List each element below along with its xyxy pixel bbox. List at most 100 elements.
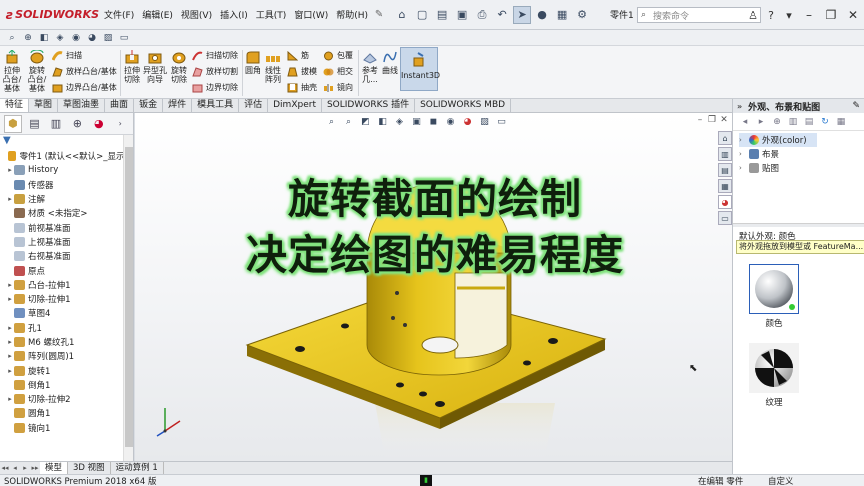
pane-splitter[interactable]: [733, 223, 864, 227]
help-icon[interactable]: ?: [762, 9, 780, 22]
feature-tree-item[interactable]: ▸ 切除-拉伸1: [0, 292, 133, 306]
feature-tree-item[interactable]: ▸ M6 螺纹孔1: [0, 335, 133, 349]
tab-mold-tools[interactable]: 模具工具: [192, 99, 240, 112]
expand-icon[interactable]: ▸: [6, 195, 14, 203]
tab-weldments[interactable]: 焊件: [163, 99, 193, 112]
tab-surfaces[interactable]: 曲面: [105, 99, 135, 112]
expand-icon[interactable]: ›: [739, 136, 749, 144]
magnify-icon[interactable]: ⌕: [5, 31, 19, 45]
last-tab-icon[interactable]: ▸▸: [30, 464, 40, 472]
rib-button[interactable]: 筋: [287, 50, 309, 61]
section-icon[interactable]: ◧: [37, 31, 51, 45]
print-icon[interactable]: ⎙: [473, 6, 491, 24]
feature-tree-item[interactable]: 材质 <未指定>: [0, 206, 133, 220]
feature-tree-scrollbar[interactable]: [123, 135, 133, 461]
color-swatch[interactable]: [749, 264, 799, 314]
custom-properties-icon[interactable]: ▭: [718, 211, 732, 225]
revolve-boss-button[interactable]: 旋转 凸台/ 基体: [26, 50, 48, 93]
feature-tree-item[interactable]: ▸ 旋转1: [0, 363, 133, 377]
task-pane-pin-icon[interactable]: ✎: [852, 101, 860, 111]
feature-tree-item[interactable]: 右视基准面: [0, 249, 133, 263]
tab-sketch[interactable]: 草图: [29, 99, 59, 112]
view-palette-icon[interactable]: ▦: [718, 179, 732, 193]
app-logo[interactable]: ƨ SOLIDWORKS: [0, 0, 100, 30]
folder-icon[interactable]: ▤: [801, 117, 817, 127]
sweep-button[interactable]: 扫描: [52, 50, 82, 61]
tab-model[interactable]: 模型: [40, 462, 69, 474]
home-icon[interactable]: ⌂: [393, 6, 411, 24]
tree-appearance-color[interactable]: › 外观(color): [739, 133, 817, 147]
display-icon[interactable]: ▭: [117, 31, 131, 45]
feature-tree-item[interactable]: 倒角1: [0, 378, 133, 392]
boundary-cut-button[interactable]: 边界切除: [192, 82, 238, 93]
add-location-icon[interactable]: ⊕: [769, 117, 785, 127]
expand-icon[interactable]: ▸: [6, 367, 14, 375]
expand-icon[interactable]: ▸: [6, 166, 14, 174]
expand-icon[interactable]: ▸: [6, 338, 14, 346]
tab-sketch-ink[interactable]: 草图油墨: [58, 99, 106, 112]
expand-icon[interactable]: ▸: [6, 324, 14, 332]
open-icon[interactable]: ▤: [433, 6, 451, 24]
tab-mbd[interactable]: SOLIDWORKS MBD: [415, 99, 512, 112]
menu-help[interactable]: 帮助(H): [332, 8, 372, 21]
feature-tree-item[interactable]: 镜向1: [0, 421, 133, 435]
delete-icon[interactable]: ▥: [785, 117, 801, 127]
units-selector[interactable]: 自定义: [768, 475, 794, 486]
options-gear-icon[interactable]: ⚙: [573, 6, 591, 24]
feature-tree-item[interactable]: 上视基准面: [0, 235, 133, 249]
hide-show-icon[interactable]: ◉: [69, 31, 83, 45]
task-pane-home-icon[interactable]: ⌂: [718, 131, 732, 145]
thumbnail-view-icon[interactable]: ▦: [833, 117, 849, 127]
boundary-boss-button[interactable]: 边界凸台/基体: [52, 82, 117, 93]
tab-evaluate[interactable]: 评估: [239, 99, 269, 112]
feature-tree-item[interactable]: ▸ 孔1: [0, 321, 133, 335]
file-explorer-icon[interactable]: ▤: [718, 163, 732, 177]
select-pointer-icon[interactable]: ➤: [513, 5, 532, 24]
feature-tree-item[interactable]: ▸ 阵列(圆周)1: [0, 349, 133, 363]
menu-file[interactable]: 文件(F): [100, 8, 138, 21]
file-properties-icon[interactable]: ▦: [553, 6, 571, 24]
property-manager-icon[interactable]: ▤: [26, 115, 43, 133]
reference-geometry-button[interactable]: 参考 几...: [360, 50, 380, 84]
feature-tree-item[interactable]: ▸ 切除-拉伸2: [0, 392, 133, 406]
menu-insert[interactable]: 插入(I): [216, 8, 252, 21]
loft-boss-button[interactable]: 放样凸台/基体: [52, 66, 117, 77]
draft-button[interactable]: 拔模: [287, 66, 317, 77]
new-document-icon[interactable]: ▢: [413, 6, 431, 24]
tab-sheet-metal[interactable]: 钣金: [134, 99, 164, 112]
dimxpert-manager-icon[interactable]: ⊕: [69, 115, 86, 133]
curves-button[interactable]: 曲线: [380, 50, 400, 75]
expand-panel-icon[interactable]: ›: [112, 115, 129, 133]
dropdown-icon[interactable]: ▾: [780, 9, 798, 22]
fillet-button[interactable]: 圆角: [244, 50, 262, 75]
search-commands-input[interactable]: ⌕ 搜索命令: [637, 7, 761, 23]
instant3d-button[interactable]: Instant3D: [400, 47, 440, 91]
restore-icon[interactable]: ❐: [820, 8, 842, 22]
pin-icon[interactable]: ✎: [372, 9, 386, 20]
undo-icon[interactable]: ↶: [493, 6, 511, 24]
minimize-icon[interactable]: –: [798, 8, 820, 22]
filter-icon[interactable]: ▼: [0, 135, 133, 149]
rebuild-indicator-icon[interactable]: ▮: [420, 475, 432, 486]
tab-dimxpert[interactable]: DimXpert: [268, 99, 322, 112]
feature-tree-item[interactable]: 原点: [0, 263, 133, 277]
shell-button[interactable]: 抽壳: [287, 82, 317, 93]
refresh-icon[interactable]: ↻: [817, 117, 833, 127]
feature-tree-item[interactable]: ▸ History: [0, 163, 133, 177]
next-tab-icon[interactable]: ▸: [20, 464, 30, 472]
revolve-cut-button[interactable]: 旋转 切除: [168, 50, 190, 84]
feature-tree-item[interactable]: 零件1 (默认<<默认>_显示状: [0, 149, 133, 163]
scrollbar-thumb[interactable]: [125, 147, 133, 447]
tab-addins[interactable]: SOLIDWORKS 插件: [322, 99, 416, 112]
display-manager-icon[interactable]: ◕: [90, 115, 107, 133]
tab-3d-views[interactable]: 3D 视图: [68, 462, 111, 474]
tab-features[interactable]: 特征: [0, 99, 30, 112]
texture-swatch[interactable]: [749, 343, 799, 393]
menu-view[interactable]: 视图(V): [177, 8, 216, 21]
expand-icon[interactable]: ›: [739, 164, 749, 172]
expand-icon[interactable]: ▸: [6, 395, 14, 403]
menu-edit[interactable]: 编辑(E): [138, 8, 177, 21]
menu-window[interactable]: 窗口(W): [290, 8, 332, 21]
view-orientation-icon[interactable]: ◈: [53, 31, 67, 45]
prev-tab-icon[interactable]: ◂: [10, 464, 20, 472]
